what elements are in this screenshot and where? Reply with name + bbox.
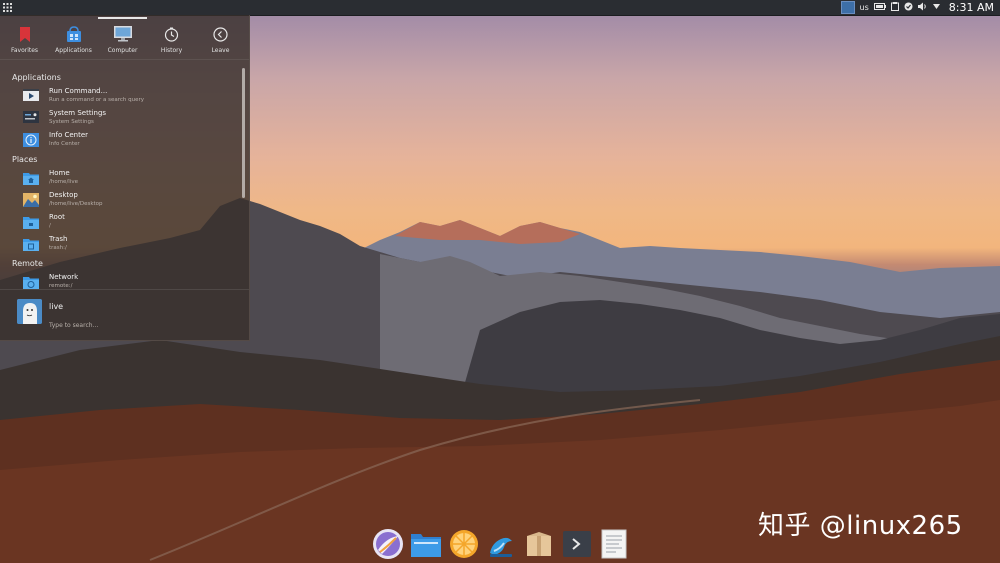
item-name: Trash	[49, 235, 68, 243]
bookmark-icon	[16, 25, 34, 43]
battery-icon[interactable]	[873, 2, 886, 13]
menu-item-root[interactable]: Root /	[0, 213, 242, 235]
history-icon	[163, 25, 181, 43]
run-command-icon	[23, 89, 39, 101]
app-launcher-grid-icon[interactable]	[0, 0, 15, 15]
section-header-applications: Applications	[12, 73, 61, 82]
application-launcher-menu: Favorites Applications Computer History …	[0, 15, 250, 341]
trash-folder-icon	[23, 239, 39, 251]
applications-icon	[65, 25, 83, 43]
search-input[interactable]	[49, 320, 229, 330]
user-avatar[interactable]	[17, 299, 42, 324]
browser-icon[interactable]	[372, 528, 404, 560]
keyboard-layout-indicator[interactable]: us	[860, 3, 869, 12]
virtual-desktop-pager[interactable]	[840, 1, 855, 14]
watermark-text: 知乎 @linux265	[758, 511, 963, 541]
home-folder-icon	[23, 173, 39, 185]
clipboard-icon[interactable]	[890, 1, 899, 14]
terminal-icon[interactable]	[561, 528, 593, 560]
updates-icon[interactable]	[904, 2, 913, 14]
top-panel: us 8:31 AM	[0, 0, 1000, 16]
item-name: Desktop	[49, 191, 78, 199]
tab-history[interactable]: History	[147, 15, 196, 59]
section-header-remote: Remote	[12, 259, 43, 268]
clock[interactable]: 8:31 AM	[949, 1, 994, 14]
tab-favorites[interactable]: Favorites	[0, 15, 49, 59]
item-description: /	[49, 223, 51, 229]
dock	[368, 525, 630, 563]
item-name: Home	[49, 169, 70, 177]
item-name: Root	[49, 213, 65, 221]
launcher-tabs: Favorites Applications Computer History …	[0, 15, 249, 60]
computer-icon	[113, 25, 132, 43]
section-header-places: Places	[12, 155, 38, 164]
tab-computer[interactable]: Computer	[98, 15, 147, 59]
volume-icon[interactable]	[917, 2, 928, 14]
tab-label: Leave	[211, 47, 230, 54]
system-tray: us 8:31 AM	[840, 0, 994, 15]
item-description: /home/live	[49, 179, 78, 185]
menu-item-run-command[interactable]: Run Command... Run a command or a search…	[0, 87, 242, 109]
text-editor-icon[interactable]	[598, 528, 630, 560]
tab-label: Applications	[55, 47, 92, 54]
launcher-footer: live	[0, 289, 249, 340]
store-icon[interactable]	[485, 528, 517, 560]
menu-item-desktop[interactable]: Desktop /home/live/Desktop	[0, 191, 242, 213]
tab-applications[interactable]: Applications	[49, 15, 98, 59]
system-settings-icon	[23, 111, 39, 123]
tab-label: Favorites	[10, 47, 39, 54]
tab-leave[interactable]: Leave	[196, 15, 245, 59]
menu-item-home[interactable]: Home /home/live	[0, 169, 242, 191]
desktop-folder-icon	[23, 193, 39, 207]
item-description: System Settings	[49, 119, 94, 125]
menu-item-info-center[interactable]: Info Center Info Center	[0, 131, 242, 153]
menu-item-trash[interactable]: Trash trash:/	[0, 235, 242, 257]
orange-app-icon[interactable]	[448, 528, 480, 560]
item-name: Network	[49, 273, 79, 281]
tray-expand-arrow-icon[interactable]	[932, 3, 940, 12]
item-description: /home/live/Desktop	[49, 201, 103, 207]
menu-body: Applications Run Command... Run a comman…	[0, 72, 242, 295]
item-description: Info Center	[49, 141, 80, 147]
item-name: System Settings	[49, 109, 107, 117]
menu-item-system-settings[interactable]: System Settings System Settings	[0, 109, 242, 131]
package-icon[interactable]	[523, 528, 555, 560]
info-center-icon	[23, 133, 39, 147]
tab-label: Computer	[107, 47, 138, 54]
network-folder-icon	[23, 277, 39, 289]
menu-scrollbar[interactable]	[242, 68, 245, 198]
item-description: trash:/	[49, 245, 67, 251]
tab-label: History	[160, 47, 183, 54]
item-description: Run a command or a search query	[49, 97, 145, 103]
item-name: Info Center	[49, 131, 89, 139]
leave-icon	[212, 25, 230, 43]
username: live	[49, 302, 64, 311]
file-manager-icon[interactable]	[410, 528, 442, 560]
root-folder-icon	[23, 217, 39, 229]
item-name: Run Command...	[49, 87, 108, 95]
